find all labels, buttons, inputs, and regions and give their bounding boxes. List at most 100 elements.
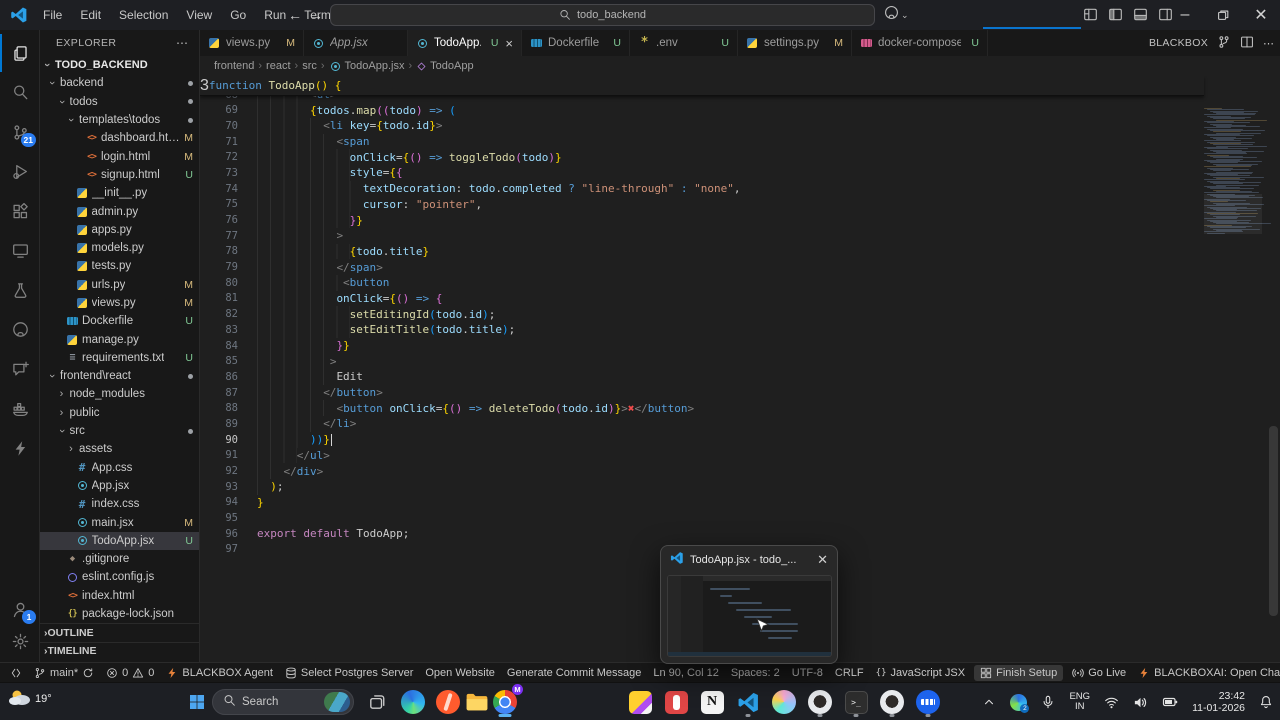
tree-item-urls-py[interactable]: urls.py M xyxy=(40,276,199,294)
section-outline[interactable]: › OUTLINE xyxy=(40,623,199,641)
tree-item-src[interactable]: › src xyxy=(40,422,199,440)
menu-file[interactable]: File xyxy=(34,0,71,30)
language-indicator[interactable]: ENG IN xyxy=(1062,683,1097,720)
pull-request-icon[interactable] xyxy=(1217,35,1231,52)
taskbar-window-preview[interactable]: TodoApp.jsx - todo_... ✕ xyxy=(660,545,838,664)
activity-source-control-icon[interactable]: 21 xyxy=(0,113,40,151)
tree-item-requirements-txt[interactable]: ≡ requirements.txt U xyxy=(40,349,199,367)
taskbar-file-explorer-icon[interactable] xyxy=(462,687,492,717)
tree-item-public[interactable]: › public xyxy=(40,404,199,422)
code-line[interactable]: 87 </button > xyxy=(200,384,1200,401)
weather-widget[interactable]: 19° xyxy=(8,686,52,711)
code-line[interactable]: 70 < li key ={todo. id} > xyxy=(200,118,1200,134)
close-window-button[interactable]: ✕ xyxy=(1242,0,1280,30)
hidden-icons-chevron[interactable] xyxy=(975,683,1003,720)
code-line[interactable]: 83 setEditTitle(todo. title); xyxy=(200,322,1200,338)
taskbar-search-box[interactable]: Search xyxy=(212,689,354,715)
activity-extensions-icon[interactable] xyxy=(0,192,40,230)
taskbar-terminal-icon[interactable]: >_ xyxy=(841,687,871,717)
minimize-button[interactable]: – xyxy=(1166,0,1204,30)
tree-item-node-modules[interactable]: › node_modules xyxy=(40,385,199,403)
code-line[interactable]: 95 xyxy=(200,510,1200,526)
sticky-scroll-line[interactable]: 3 function TodoApp() { xyxy=(200,76,1204,96)
status-item-go-live[interactable]: Go Live xyxy=(1066,663,1132,682)
breadcrumb-item[interactable]: frontend xyxy=(214,60,254,72)
tree-item-dockerfile[interactable]: Dockerfile U xyxy=(40,312,199,330)
code-line[interactable]: 88 < button onClick ={() => deleteTodo(todo… xyxy=(200,400,1200,417)
code-line[interactable]: 92 </div > xyxy=(200,463,1200,479)
code-line[interactable]: 72 onClick ={() => toggleTodo(todo)} xyxy=(200,149,1200,166)
status-item-utf-8[interactable]: UTF-8 xyxy=(786,663,829,682)
status-item-open-website[interactable]: Open Website xyxy=(419,663,501,682)
code-line[interactable]: 90))} xyxy=(200,431,1200,448)
tab-views-py[interactable]: views.py M xyxy=(200,30,304,56)
code-line[interactable]: 76}} xyxy=(200,212,1200,228)
taskbar-opera-icon[interactable] xyxy=(433,687,463,717)
tree-item-app-css[interactable]: # App.css xyxy=(40,459,199,477)
taskbar-app-circle-a-icon[interactable] xyxy=(805,687,835,717)
tab-todoapp-jsx[interactable]: TodoApp.jsx U × xyxy=(408,30,522,56)
tree-item-main-jsx[interactable]: main.jsx M xyxy=(40,513,199,531)
code-line[interactable]: 78{todo. title} xyxy=(200,243,1200,260)
taskbar-edge-icon[interactable] xyxy=(398,687,428,717)
tree-item-app-jsx[interactable]: App.jsx xyxy=(40,477,199,495)
breadcrumb-item[interactable]: TodoApp.jsx xyxy=(329,60,404,72)
copilot-button[interactable]: ⌄ xyxy=(884,5,909,25)
code-line[interactable]: 75 cursor: "pointer", xyxy=(200,196,1200,213)
code-line[interactable]: 84}} xyxy=(200,337,1200,354)
explorer-more-actions-icon[interactable]: ⋯ xyxy=(176,36,189,50)
taskbar-vscode-icon[interactable] xyxy=(733,687,763,717)
tree-item--init-py[interactable]: __init__.py xyxy=(40,184,199,202)
tree-item-package-lock-json[interactable]: {} package-lock.json xyxy=(40,605,199,623)
taskbar-app-circle-b-icon[interactable] xyxy=(877,687,907,717)
tree-item-signup-html[interactable]: <> signup.html U xyxy=(40,166,199,184)
code-line[interactable]: 93); xyxy=(200,478,1200,495)
code-line[interactable]: 94} xyxy=(200,495,1200,511)
section-timeline[interactable]: › TIMELINE xyxy=(40,641,199,660)
tray-app-icon[interactable] xyxy=(1003,683,1034,720)
tab--env[interactable]: * .env U xyxy=(630,30,738,56)
close-preview-icon[interactable]: ✕ xyxy=(817,552,828,568)
tree-item--gitignore[interactable]: ◆ .gitignore xyxy=(40,550,199,568)
tree-item-login-html[interactable]: <> login.html M xyxy=(40,147,199,165)
split-editor-icon[interactable] xyxy=(1240,35,1254,52)
preview-thumbnail[interactable] xyxy=(667,575,832,657)
search-input[interactable]: todo_backend xyxy=(330,4,875,26)
battery-icon[interactable] xyxy=(1155,683,1185,720)
status-item-select-postgres-server[interactable]: Select Postgres Server xyxy=(279,663,420,682)
code-line[interactable]: 91 </ul > xyxy=(200,447,1200,464)
code-line[interactable]: 77 > xyxy=(200,227,1200,244)
tree-item-todoapp-jsx[interactable]: TodoApp.jsx U xyxy=(40,531,199,551)
tree-item-templates-todos[interactable]: › templates\todos xyxy=(40,111,199,129)
code-line[interactable]: 73 style ={{ xyxy=(200,165,1200,181)
breadcrumb-item[interactable]: src xyxy=(302,60,317,72)
status-item-blackboxai-open-chat[interactable]: BLACKBOXAI: Open Chat xyxy=(1132,663,1280,682)
editor-more-actions-icon[interactable]: ⋯ xyxy=(1263,37,1274,50)
taskbar-chrome-icon[interactable]: M xyxy=(490,684,523,717)
code-line[interactable]: 85 > xyxy=(200,353,1200,370)
code-line[interactable]: 89 </li > xyxy=(200,416,1200,432)
tree-item-manage-py[interactable]: manage.py xyxy=(40,330,199,348)
back-arrow-icon[interactable]: ← xyxy=(288,0,302,30)
breadcrumb[interactable]: frontend › react › src › TodoApp.jsx › TodoApp xyxy=(200,56,1280,76)
toggle-panel-icon[interactable] xyxy=(1133,7,1148,27)
taskbar-notion-icon[interactable]: N xyxy=(697,687,727,717)
close-tab-icon[interactable]: × xyxy=(505,36,513,51)
tree-item-assets[interactable]: › assets xyxy=(40,440,199,458)
wifi-icon[interactable] xyxy=(1097,683,1126,720)
tab-app-jsx[interactable]: App.jsx xyxy=(304,30,408,56)
tree-item-views-py[interactable]: views.py M xyxy=(40,294,199,312)
status-item-javascript-jsx[interactable]: {} JavaScript JSX xyxy=(870,663,971,682)
menu-edit[interactable]: Edit xyxy=(71,0,110,30)
tree-item-index-css[interactable]: # index.css xyxy=(40,495,199,513)
volume-icon[interactable] xyxy=(1126,683,1155,720)
taskbar-app-yellow-icon[interactable] xyxy=(625,687,655,717)
menu-selection[interactable]: Selection xyxy=(110,0,177,30)
minimap-viewport[interactable] xyxy=(1204,193,1262,235)
taskbar-copilot-icon[interactable] xyxy=(769,687,799,717)
tree-item-tests-py[interactable]: tests.py xyxy=(40,257,199,275)
code-line[interactable]: 71 < span xyxy=(200,133,1200,150)
status-item-finish-setup[interactable]: Finish Setup xyxy=(974,664,1064,681)
activity-thunder-client-icon[interactable] xyxy=(0,429,40,467)
tree-item-todos[interactable]: › todos xyxy=(40,93,199,111)
